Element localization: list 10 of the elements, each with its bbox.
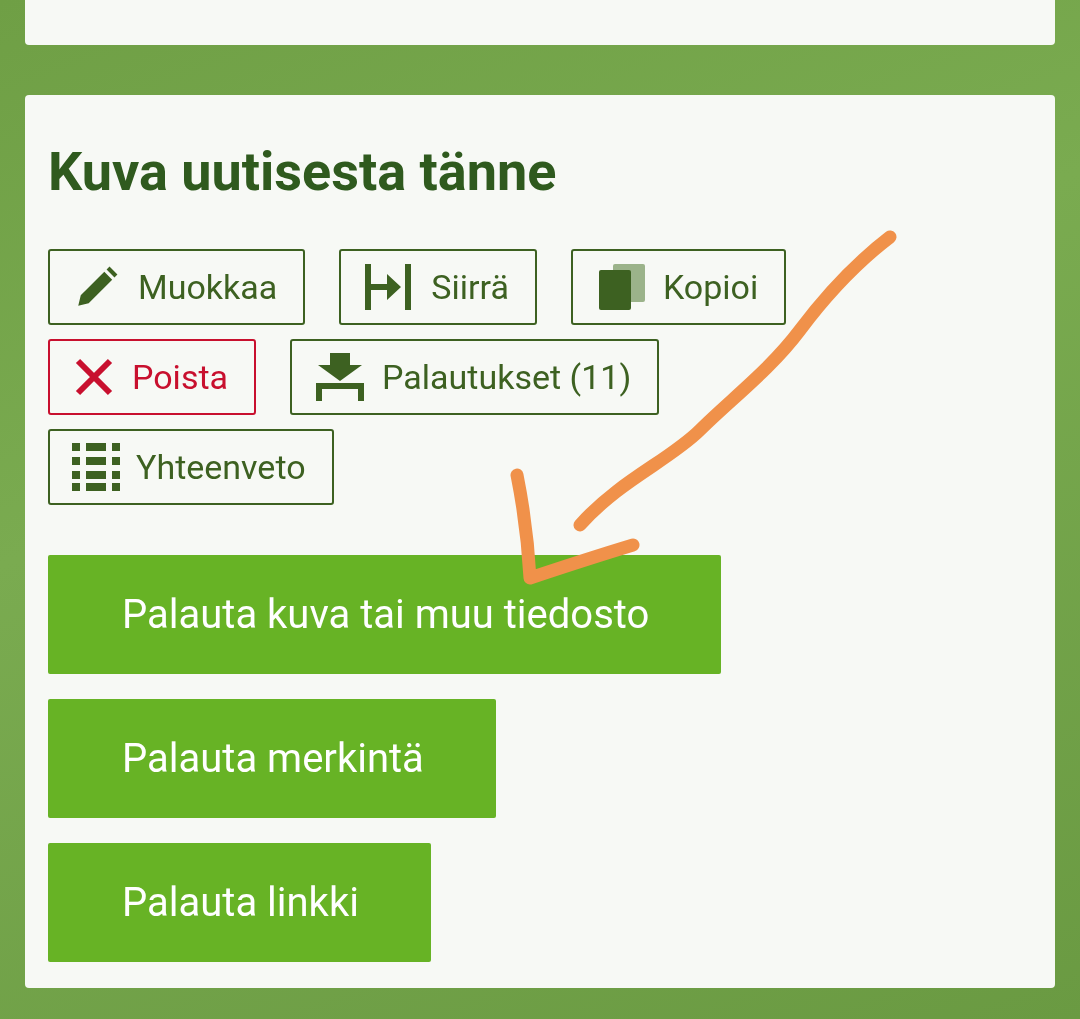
tool-button[interactable]: Muokkaa — [48, 249, 306, 325]
card-heading: Kuva uutisesta tänne — [48, 139, 558, 205]
tool-button[interactable]: Palautukset (11) — [290, 339, 660, 415]
tool-button[interactable]: Siirrä — [339, 249, 537, 325]
download-tray-icon — [314, 353, 367, 401]
delete-button[interactable]: Poista — [48, 339, 257, 415]
tool-button[interactable]: Kopioi — [570, 249, 787, 325]
tool-button[interactable]: Yhteenveto — [48, 429, 334, 505]
grid-icon — [72, 443, 120, 491]
close-icon — [74, 357, 114, 397]
